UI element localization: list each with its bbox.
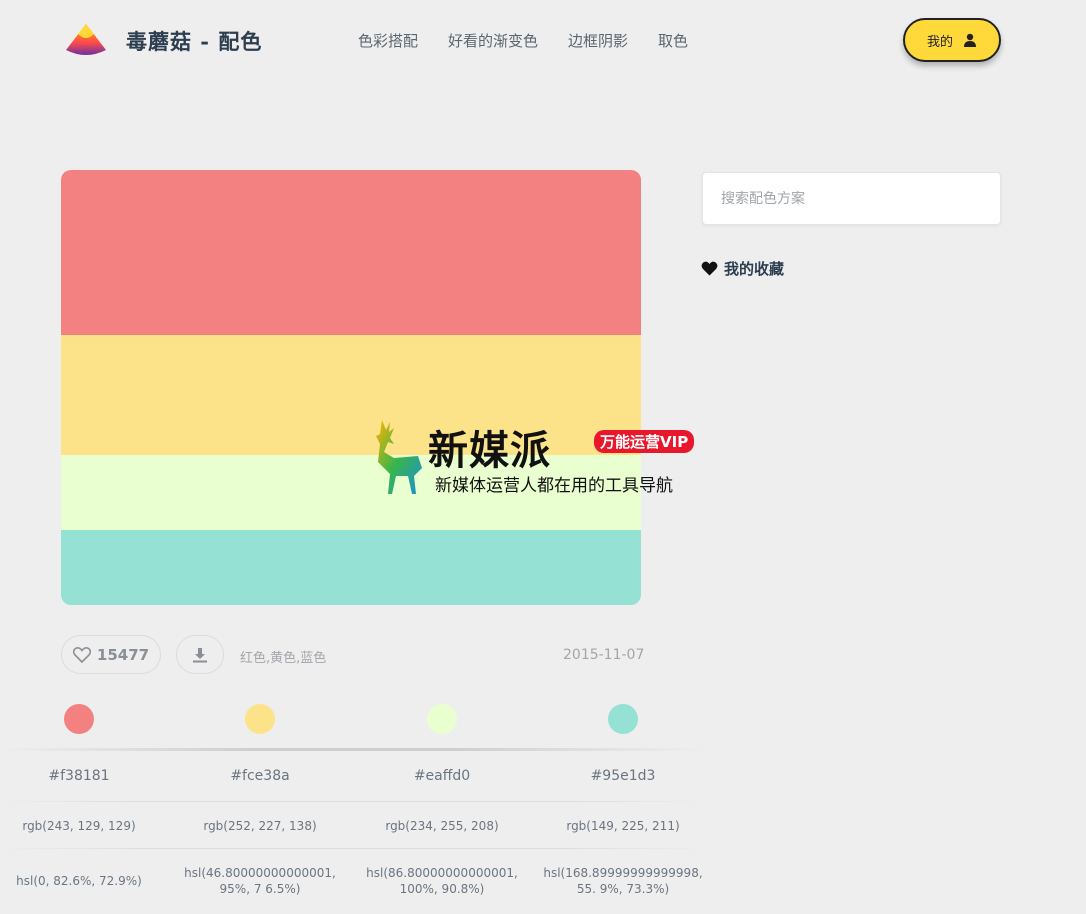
row-divider — [0, 801, 705, 802]
hsl-value-4[interactable]: hsl(168.89999999999998, 55. 9%, 73.3%) — [533, 865, 713, 897]
swatch-dot-3[interactable] — [427, 704, 457, 734]
rgb-value-1[interactable]: rgb(243, 129, 129) — [0, 819, 164, 833]
nav-color-picker[interactable]: 取色 — [658, 30, 688, 51]
rgb-value-3[interactable]: rgb(234, 255, 208) — [357, 819, 527, 833]
divider — [0, 748, 705, 751]
swatch-dot-4[interactable] — [608, 704, 638, 734]
hsl-value-2[interactable]: hsl(46.80000000000001, 95%, 7 6.5%) — [170, 865, 350, 897]
like-count: 15477 — [96, 645, 150, 664]
my-account-button[interactable]: 我的 — [903, 18, 1001, 62]
deer-logo-icon — [376, 420, 422, 494]
nav-gradients[interactable]: 好看的渐变色 — [448, 30, 538, 51]
row-divider — [0, 848, 705, 849]
heart-icon — [701, 261, 718, 276]
hex-value-3[interactable]: #eaffd0 — [362, 768, 522, 784]
hsl-value-3[interactable]: hsl(86.80000000000001, 100%, 90.8%) — [352, 865, 532, 897]
palette-date: 2015-11-07 — [563, 647, 645, 663]
logo-icon[interactable] — [64, 22, 108, 58]
download-button[interactable] — [176, 635, 224, 674]
palette-card[interactable] — [61, 170, 641, 605]
swatch-dot-1[interactable] — [64, 704, 94, 734]
favorites-label: 我的收藏 — [724, 260, 785, 278]
heart-outline-icon — [72, 646, 91, 663]
brand-title[interactable]: 毒蘑菇 - 配色 — [126, 26, 262, 56]
watermark-subtitle: 新媒体运营人都在用的工具导航 — [435, 476, 673, 496]
palette-band-4 — [61, 530, 641, 605]
rgb-value-4[interactable]: rgb(149, 225, 211) — [538, 819, 708, 833]
search-input[interactable] — [702, 172, 1001, 225]
hex-value-2[interactable]: #fce38a — [180, 768, 340, 784]
nav-color-combos[interactable]: 色彩搭配 — [358, 30, 418, 51]
my-favorites-link[interactable]: 我的收藏 — [701, 258, 784, 279]
swatch-dot-2[interactable] — [245, 704, 275, 734]
palette-tags[interactable]: 红色,黄色,蓝色 — [240, 647, 326, 666]
watermark-title: 新媒派 — [428, 428, 551, 474]
main-nav: 色彩搭配 好看的渐变色 边框阴影 取色 — [358, 30, 688, 51]
watermark-badge: 万能运营VIP — [594, 430, 695, 453]
hex-value-1[interactable]: #f38181 — [0, 768, 159, 784]
hex-value-4[interactable]: #95e1d3 — [543, 768, 703, 784]
user-icon — [964, 33, 976, 47]
palette-band-1 — [61, 170, 641, 335]
watermark-overlay: 新媒派 万能运营VIP 新媒体运营人都在用的工具导航 — [368, 418, 728, 500]
rgb-value-2[interactable]: rgb(252, 227, 138) — [175, 819, 345, 833]
hsl-value-1[interactable]: hsl(0, 82.6%, 72.9%) — [0, 873, 169, 889]
nav-border-shadow[interactable]: 边框阴影 — [568, 30, 628, 51]
download-icon — [193, 647, 207, 662]
like-button[interactable]: 15477 — [61, 635, 161, 674]
my-account-label: 我的 — [926, 34, 953, 50]
